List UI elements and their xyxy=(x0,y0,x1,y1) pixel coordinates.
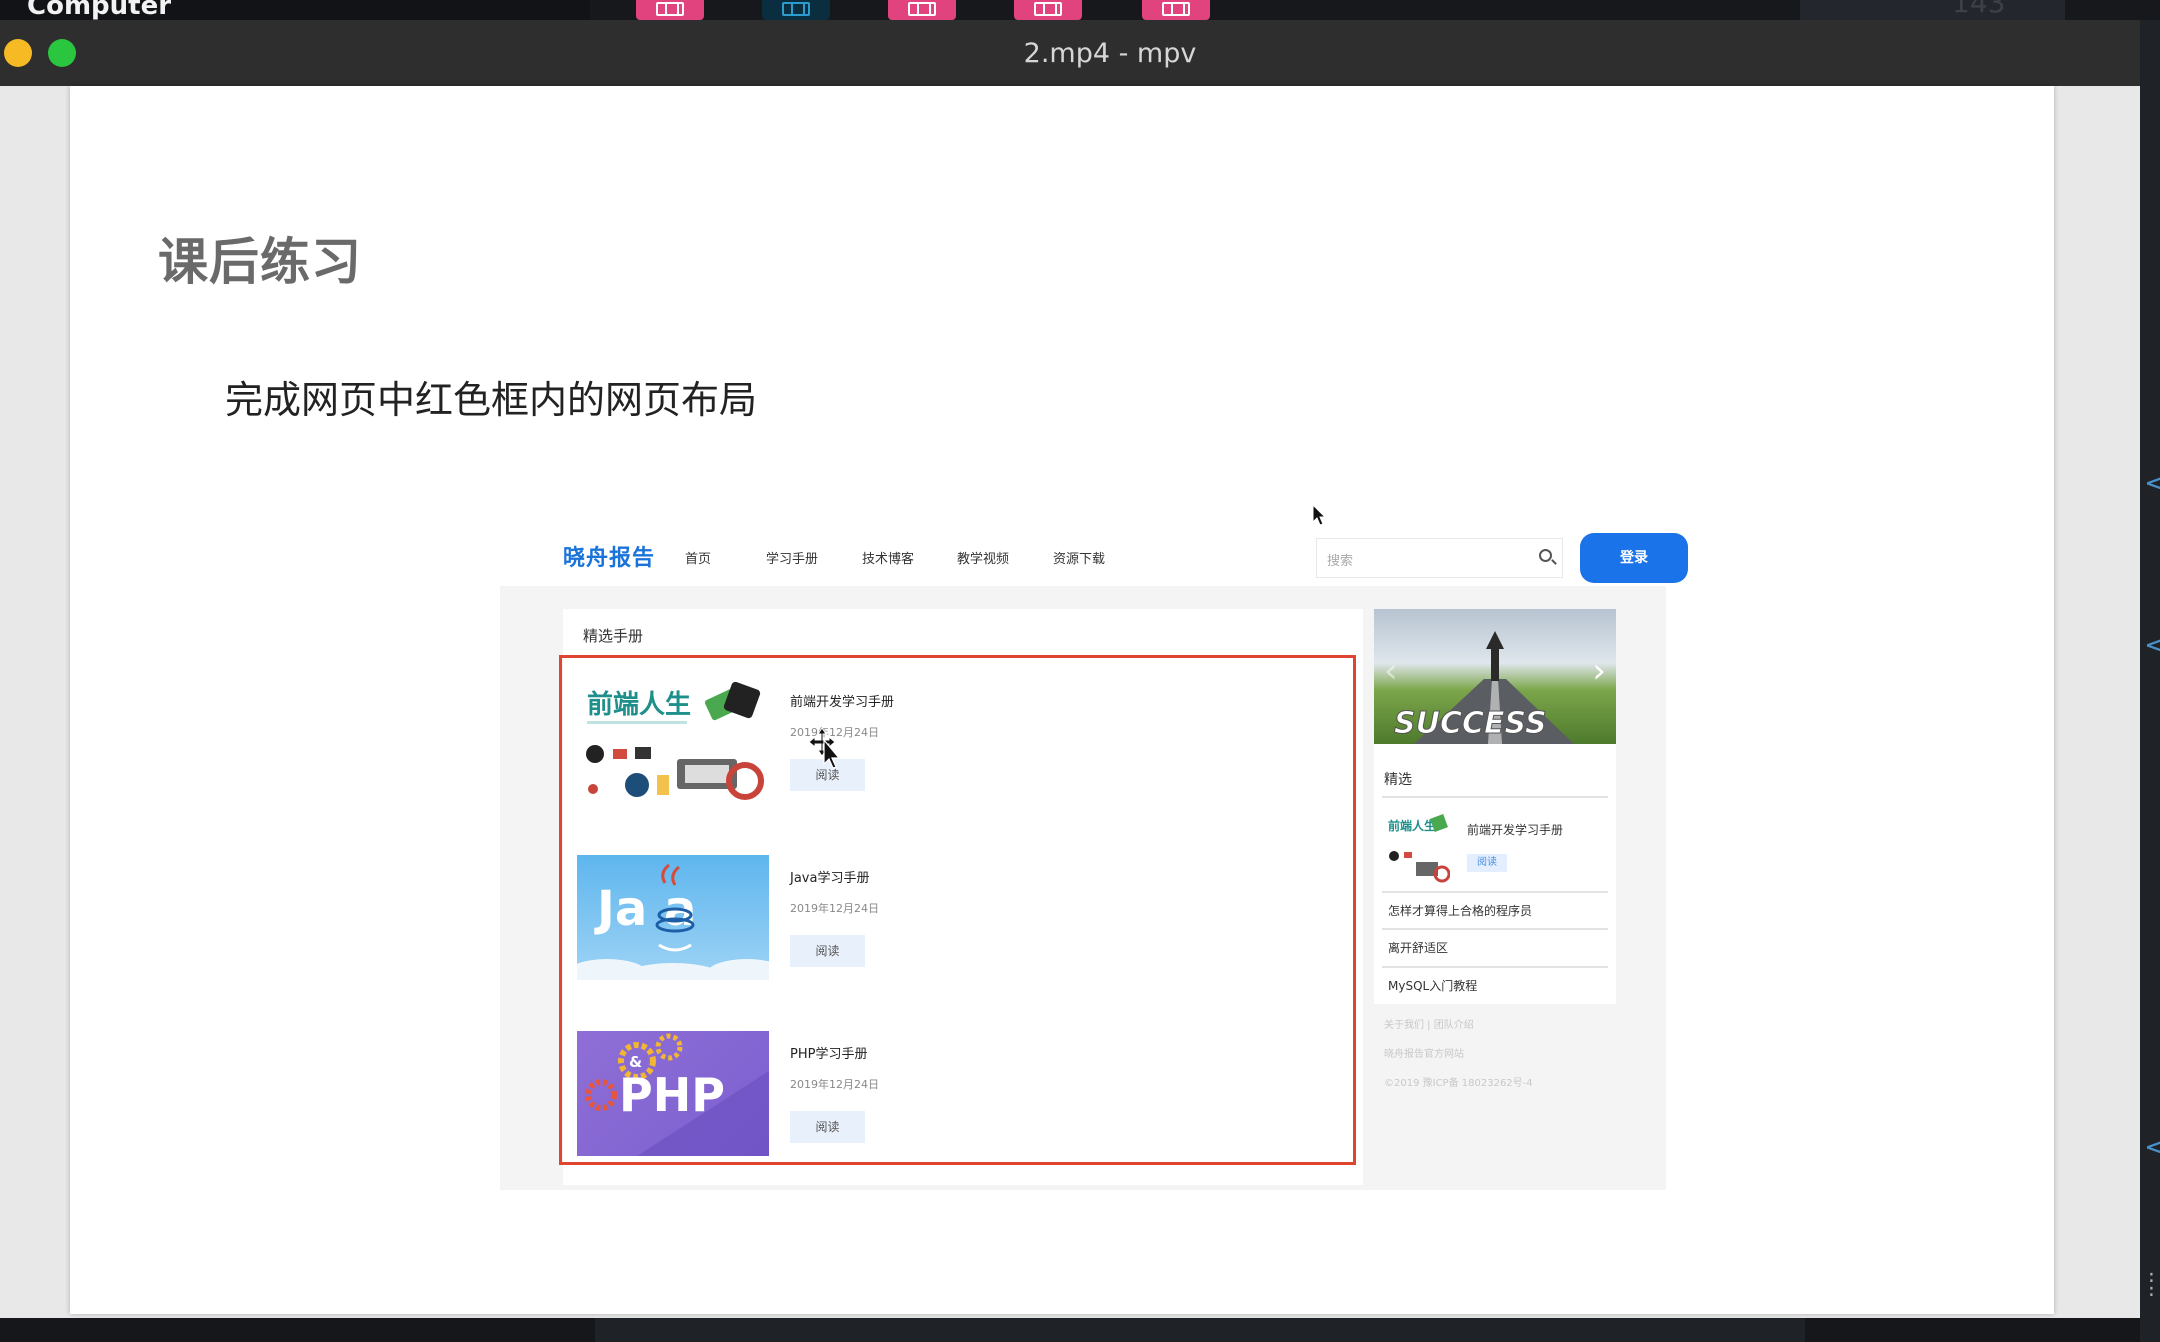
footer-line: 关于我们 | 团队介绍 xyxy=(1384,1020,1474,1031)
sidebar-read-button: 阅读 xyxy=(1467,854,1507,872)
film-icon xyxy=(656,2,684,16)
nav-item-downloads: 资源下载 xyxy=(1053,552,1106,567)
item-title: Java学习手册 xyxy=(790,871,870,886)
item-date: 2019年12月24日 xyxy=(790,902,879,915)
bottom-bar-segment xyxy=(595,1318,1805,1342)
nav-item-blog: 技术博客 xyxy=(862,552,915,567)
cover-text: 前端人生 xyxy=(1388,818,1436,833)
site-body: 精选手册 前端人生 前端开发学习手册 2019年12月24日 阅读 Ja a J… xyxy=(500,586,1666,1190)
site-search-box: 搜索 xyxy=(1316,538,1563,578)
list-item: Ja a Java学习手册 2019年12月24日 阅读 xyxy=(577,855,1347,983)
php-cover-image: & PHP xyxy=(577,1031,769,1156)
dots-icon: :: xyxy=(2146,1266,2157,1301)
list-item: 前端人生 前端开发学习手册 2019年12月24日 阅读 xyxy=(577,679,1347,807)
film-icon xyxy=(1162,2,1190,16)
footer-line: 晓舟报告官方网站 xyxy=(1384,1049,1464,1060)
sidebar-thumbnail: 前端人生 xyxy=(1386,812,1450,884)
list-item: & PHP PHP学习手册 2019年12月24日 阅读 xyxy=(577,1031,1347,1159)
video-thumbnail-3[interactable] xyxy=(888,0,956,20)
success-banner: SUCCESS ‹ › xyxy=(1374,609,1616,744)
desktop-top-bar: Computer 143 xyxy=(0,0,2160,21)
sidebar-link: 离开舒适区 xyxy=(1388,941,1449,955)
film-icon xyxy=(1034,2,1062,16)
slide-subtitle: 完成网页中红色框内的网页布局 xyxy=(225,378,758,422)
chevron-right-icon: › xyxy=(1592,651,1606,691)
nav-item-home: 首页 xyxy=(651,548,745,591)
read-button: 阅读 xyxy=(790,935,865,967)
item-title: 前端开发学习手册 xyxy=(790,695,895,710)
film-icon xyxy=(908,2,936,16)
item-date: 2019年12月24日 xyxy=(790,1078,879,1091)
login-button: 登录 xyxy=(1580,533,1688,583)
page-number: 143 xyxy=(1952,0,2006,19)
desktop-bottom-bar xyxy=(0,1318,2140,1342)
chevron-left-icon[interactable]: < xyxy=(2144,1130,2160,1163)
read-button: 阅读 xyxy=(790,1111,865,1143)
sidebar-featured-title: 前端开发学习手册 xyxy=(1467,823,1564,837)
mouse-pointer-icon xyxy=(1312,504,1327,526)
sidebar-title: 精选 xyxy=(1384,772,1412,788)
footer-line: ©2019 豫ICP备 18023262号-4 xyxy=(1384,1078,1533,1089)
nav-item-manuals: 学习手册 xyxy=(766,552,819,567)
nav-item-videos: 教学视频 xyxy=(957,552,1010,567)
item-title: PHP学习手册 xyxy=(790,1047,868,1062)
film-icon xyxy=(782,2,810,16)
cover-text: 前端人生 xyxy=(587,689,691,720)
video-thumbnail-2[interactable] xyxy=(762,0,830,20)
featured-manuals-card: 精选手册 前端人生 前端开发学习手册 2019年12月24日 阅读 Ja a J… xyxy=(559,609,1363,1185)
video-thumbnail-1[interactable] xyxy=(636,0,704,20)
move-cursor-icon xyxy=(808,727,841,769)
divider xyxy=(1382,796,1608,798)
divider xyxy=(1382,966,1608,968)
site-logo: 晓舟报告 xyxy=(563,546,656,571)
workspace-label: Computer xyxy=(27,0,172,21)
chevron-left-icon[interactable]: < xyxy=(2144,466,2160,499)
window-title: 2.mp4 - mpv xyxy=(1023,38,1197,69)
sidebar: SUCCESS ‹ › 精选 前端人生 前端开发学习手册 阅读 怎样才算得上合格… xyxy=(1374,609,1616,1004)
divider xyxy=(1382,928,1608,930)
chevron-left-icon[interactable]: < xyxy=(2144,628,2160,661)
divider xyxy=(1382,891,1608,893)
sidebar-link: MySQL入门教程 xyxy=(1388,979,1478,993)
java-cover-image: Ja a xyxy=(577,855,769,980)
sidebar-link: 怎样才算得上合格的程序员 xyxy=(1388,904,1533,918)
banner-text: SUCCESS xyxy=(1394,706,1547,741)
section-title: 精选手册 xyxy=(583,627,644,645)
cover-text: PHP xyxy=(619,1068,725,1122)
video-thumbnail-4[interactable] xyxy=(1014,0,1082,20)
frontend-cover-image: 前端人生 xyxy=(577,679,769,804)
desktop: Computer 143 2.mp4 - mpv 课后练习 完成网页中红色框内的… xyxy=(0,0,2160,1342)
site-header: 晓舟报告 首页 学习手册 技术博客 教学视频 资源下载 搜索 登录 xyxy=(500,526,1688,591)
video-thumbnail-5[interactable] xyxy=(1142,0,1210,20)
side-panel-edge: < < < xyxy=(2140,20,2160,1342)
webpage-screenshot: 晓舟报告 首页 学习手册 技术博客 教学视频 资源下载 搜索 登录 精选手册 前… xyxy=(500,526,1688,1190)
video-frame[interactable]: 课后练习 完成网页中红色框内的网页布局 晓舟报告 首页 学习手册 技术博客 教学… xyxy=(0,86,2140,1318)
window-titlebar[interactable]: 2.mp4 - mpv xyxy=(0,20,2140,86)
presentation-slide: 课后练习 完成网页中红色框内的网页布局 晓舟报告 首页 学习手册 技术博客 教学… xyxy=(70,86,2054,1314)
search-icon xyxy=(1539,549,1552,562)
desktop-top-right: 143 xyxy=(1800,0,2065,20)
chevron-left-icon: ‹ xyxy=(1384,651,1398,691)
slide-title: 课后练习 xyxy=(158,233,362,291)
search-placeholder: 搜索 xyxy=(1327,554,1354,569)
